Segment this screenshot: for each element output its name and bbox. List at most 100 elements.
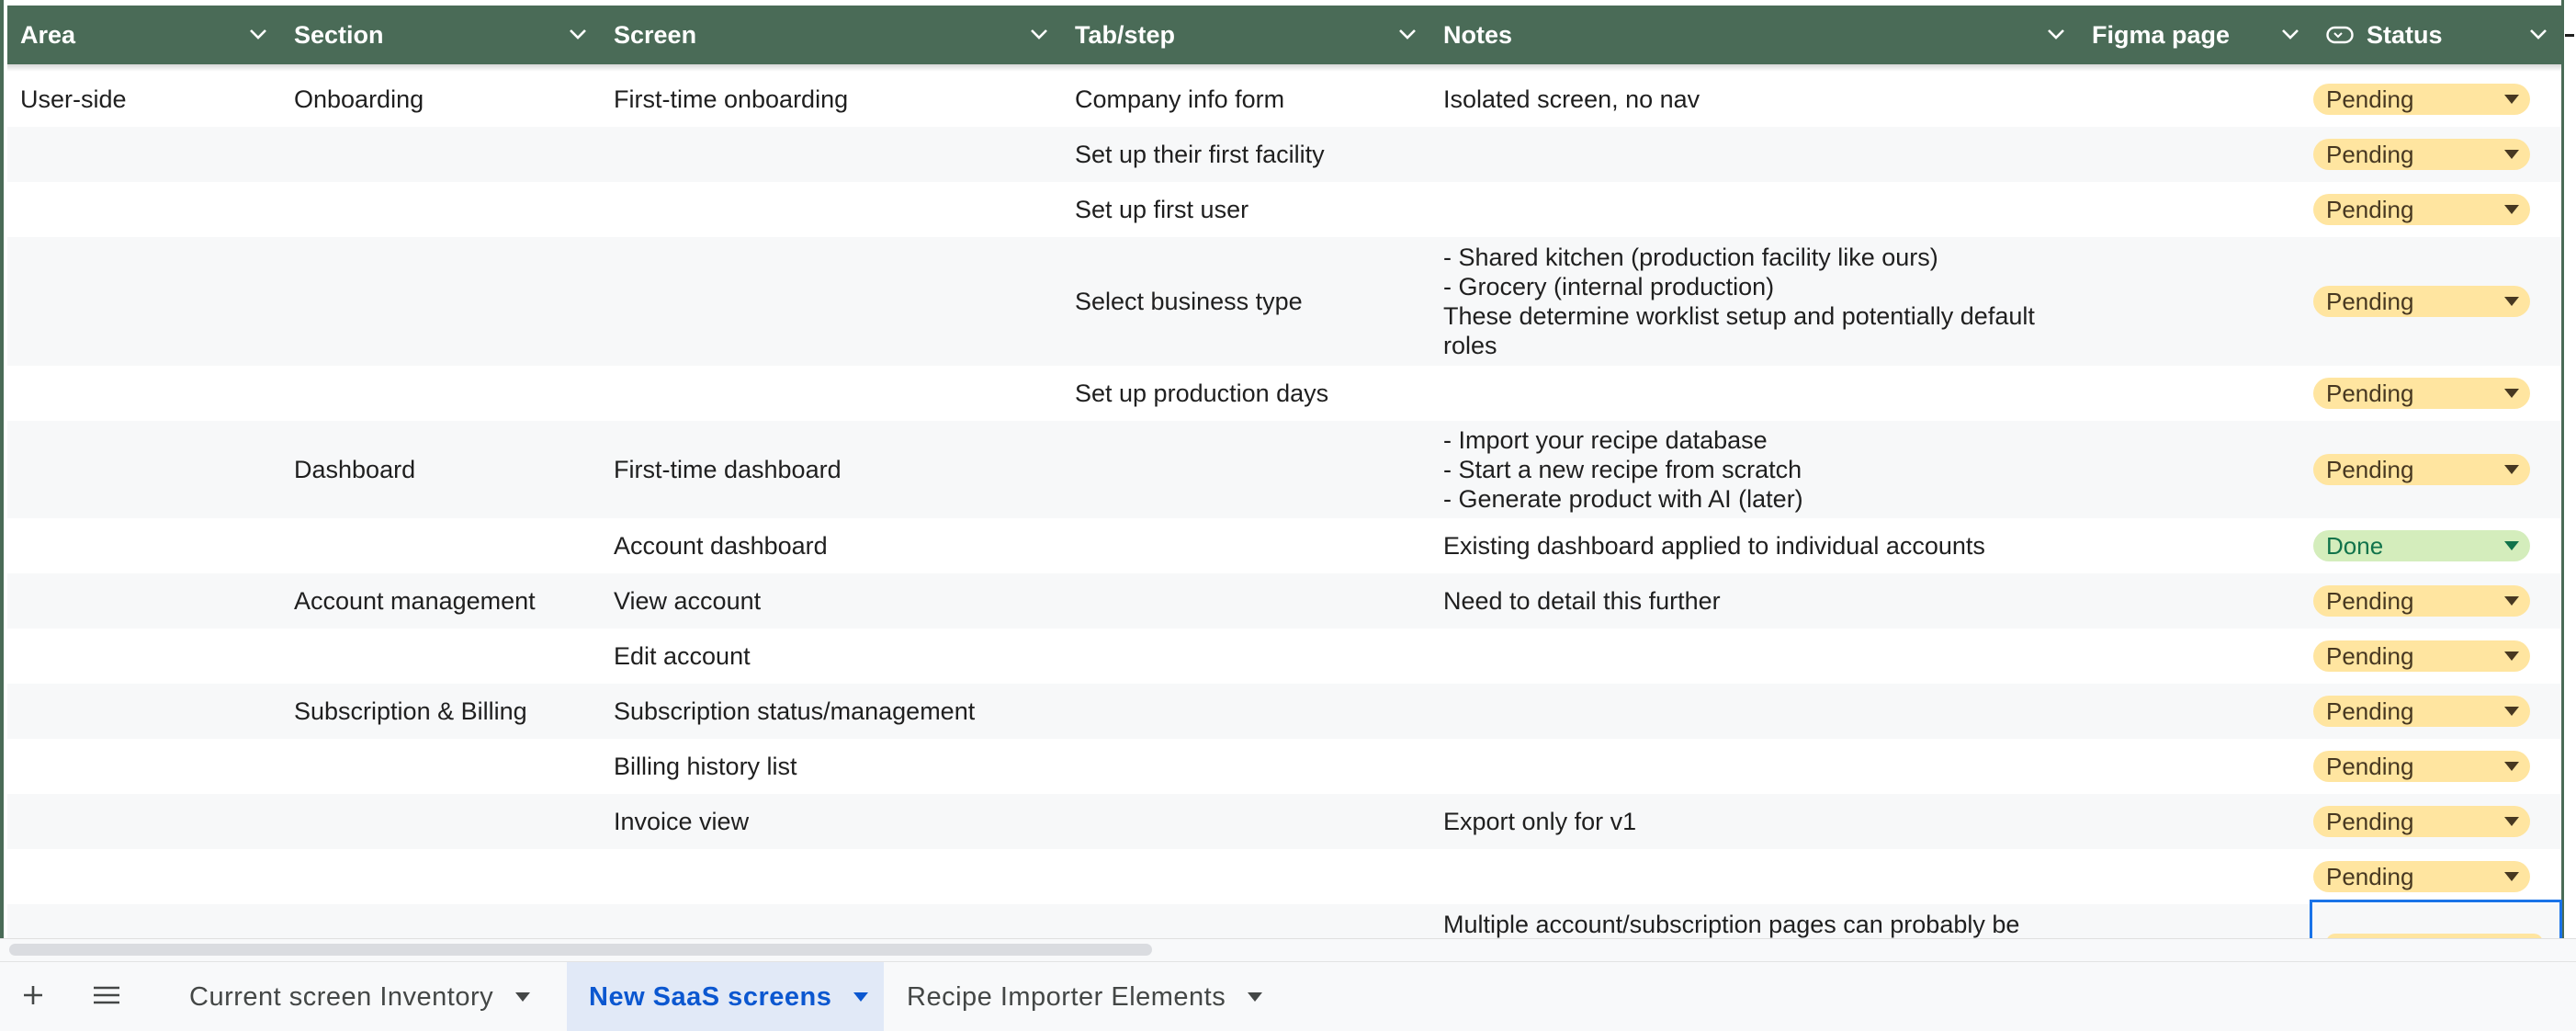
cell-section[interactable]: [281, 849, 601, 904]
add-sheet-button[interactable]: [11, 973, 55, 1017]
cell-figma-page[interactable]: [2079, 237, 2313, 366]
status-chip[interactable]: Pending: [2313, 139, 2530, 170]
selected-cell[interactable]: [2310, 900, 2562, 938]
column-header-screen[interactable]: Screen: [601, 6, 1062, 64]
cell-tab-step[interactable]: Set up first user: [1062, 182, 1430, 237]
cell-section[interactable]: Dashboard: [281, 421, 601, 518]
caret-down-icon[interactable]: [853, 992, 869, 1002]
cell-screen[interactable]: Account dashboard: [601, 518, 1062, 573]
cell-tab-step[interactable]: [1062, 629, 1430, 684]
cell-figma-page[interactable]: [2079, 573, 2313, 629]
cell-status[interactable]: Pending: [2313, 629, 2561, 684]
cell-status[interactable]: Pending: [2313, 127, 2561, 182]
all-sheets-button[interactable]: [85, 973, 129, 1017]
column-header-status[interactable]: Status: [2313, 6, 2561, 64]
cell-notes[interactable]: [1430, 366, 2079, 421]
cell-status[interactable]: Pending: [2313, 421, 2561, 518]
chevron-down-icon[interactable]: [1397, 26, 1418, 42]
cell-tab-step[interactable]: Set up production days: [1062, 366, 1430, 421]
chevron-down-icon[interactable]: [1029, 26, 1049, 42]
cell-tab-step[interactable]: [1062, 518, 1430, 573]
cell-figma-page[interactable]: [2079, 182, 2313, 237]
chevron-down-icon[interactable]: [2280, 26, 2300, 42]
cell-notes[interactable]: [1430, 127, 2079, 182]
status-chip[interactable]: Pending: [2313, 286, 2530, 317]
cell-tab-step[interactable]: Set up their first facility: [1062, 127, 1430, 182]
status-chip[interactable]: Pending: [2313, 585, 2530, 617]
horizontal-scrollbar-thumb[interactable]: [9, 944, 1152, 956]
cell-area[interactable]: [7, 421, 281, 518]
sheet-tab-new-saas-screens[interactable]: New SaaS screens: [567, 962, 884, 1031]
cell-area[interactable]: [7, 518, 281, 573]
cell-section[interactable]: Subscription & Billing: [281, 684, 601, 739]
column-header-tab-step[interactable]: Tab/step: [1062, 6, 1430, 64]
cell-section[interactable]: [281, 237, 601, 366]
cell-tab-step[interactable]: Company info form: [1062, 72, 1430, 127]
status-chip[interactable]: Pending: [2313, 84, 2530, 115]
status-chip[interactable]: Pending: [2313, 696, 2530, 727]
cell-screen[interactable]: [601, 904, 1062, 938]
status-chip[interactable]: Pending: [2313, 454, 2530, 485]
cell-screen[interactable]: First-time onboarding: [601, 72, 1062, 127]
cell-area[interactable]: [7, 366, 281, 421]
status-chip[interactable]: Done: [2313, 530, 2530, 561]
column-header-notes[interactable]: Notes: [1430, 6, 2079, 64]
cell-notes[interactable]: [1430, 684, 2079, 739]
cell-area[interactable]: [7, 629, 281, 684]
chevron-down-icon[interactable]: [248, 26, 268, 42]
cell-status[interactable]: Done: [2313, 518, 2561, 573]
cell-area[interactable]: [7, 739, 281, 794]
column-header-area[interactable]: Area: [7, 6, 281, 64]
cell-notes[interactable]: [1430, 629, 2079, 684]
caret-down-icon[interactable]: [1248, 992, 1263, 1002]
sheet-grid[interactable]: Area Section Screen Tab/step Notes Figma…: [0, 0, 2576, 938]
cell-status[interactable]: Pending: [2313, 237, 2561, 366]
chevron-down-icon[interactable]: [568, 26, 588, 42]
cell-screen[interactable]: Subscription status/management: [601, 684, 1062, 739]
cell-screen[interactable]: [601, 849, 1062, 904]
cell-notes[interactable]: Export only for v1: [1430, 794, 2079, 849]
cell-tab-step[interactable]: [1062, 421, 1430, 518]
cell-notes[interactable]: Isolated screen, no nav: [1430, 72, 2079, 127]
cell-figma-page[interactable]: [2079, 849, 2313, 904]
cell-status[interactable]: Pending: [2313, 366, 2561, 421]
cell-tab-step[interactable]: [1062, 904, 1430, 938]
column-header-figma-page[interactable]: Figma page: [2079, 6, 2313, 64]
cell-screen[interactable]: View account: [601, 573, 1062, 629]
cell-figma-page[interactable]: [2079, 518, 2313, 573]
cell-figma-page[interactable]: [2079, 904, 2313, 938]
cell-area[interactable]: [7, 237, 281, 366]
status-chip[interactable]: Pending: [2313, 640, 2530, 672]
cell-screen[interactable]: [601, 237, 1062, 366]
cell-section[interactable]: Account management: [281, 573, 601, 629]
cell-section[interactable]: [281, 182, 601, 237]
chevron-down-icon[interactable]: [2046, 26, 2066, 42]
cell-status[interactable]: Pending: [2313, 739, 2561, 794]
cell-tab-step[interactable]: [1062, 684, 1430, 739]
status-chip[interactable]: Pending: [2313, 751, 2530, 782]
cell-tab-step[interactable]: Select business type: [1062, 237, 1430, 366]
cell-status[interactable]: Pending: [2313, 182, 2561, 237]
cell-status[interactable]: Pending: [2313, 573, 2561, 629]
cell-section[interactable]: [281, 127, 601, 182]
cell-notes[interactable]: - Import your recipe database - Start a …: [1430, 421, 2079, 518]
cell-section[interactable]: Onboarding: [281, 72, 601, 127]
cell-status[interactable]: Pending: [2313, 849, 2561, 904]
cell-status[interactable]: Pending: [2313, 794, 2561, 849]
cell-status[interactable]: Pending: [2313, 72, 2561, 127]
cell-area[interactable]: [7, 904, 281, 938]
cell-area[interactable]: [7, 573, 281, 629]
cell-tab-step[interactable]: [1062, 849, 1430, 904]
cell-area[interactable]: [7, 794, 281, 849]
cell-area[interactable]: [7, 127, 281, 182]
cell-section[interactable]: [281, 518, 601, 573]
cell-notes[interactable]: Multiple account/subscription pages can …: [1430, 904, 2079, 938]
caret-down-icon[interactable]: [515, 992, 531, 1002]
cell-section[interactable]: [281, 904, 601, 938]
status-chip[interactable]: Pending: [2313, 806, 2530, 837]
cell-section[interactable]: [281, 794, 601, 849]
chevron-down-icon[interactable]: [2528, 26, 2548, 42]
cell-status[interactable]: Pending: [2313, 684, 2561, 739]
cell-section[interactable]: [281, 629, 601, 684]
cell-screen[interactable]: [601, 127, 1062, 182]
